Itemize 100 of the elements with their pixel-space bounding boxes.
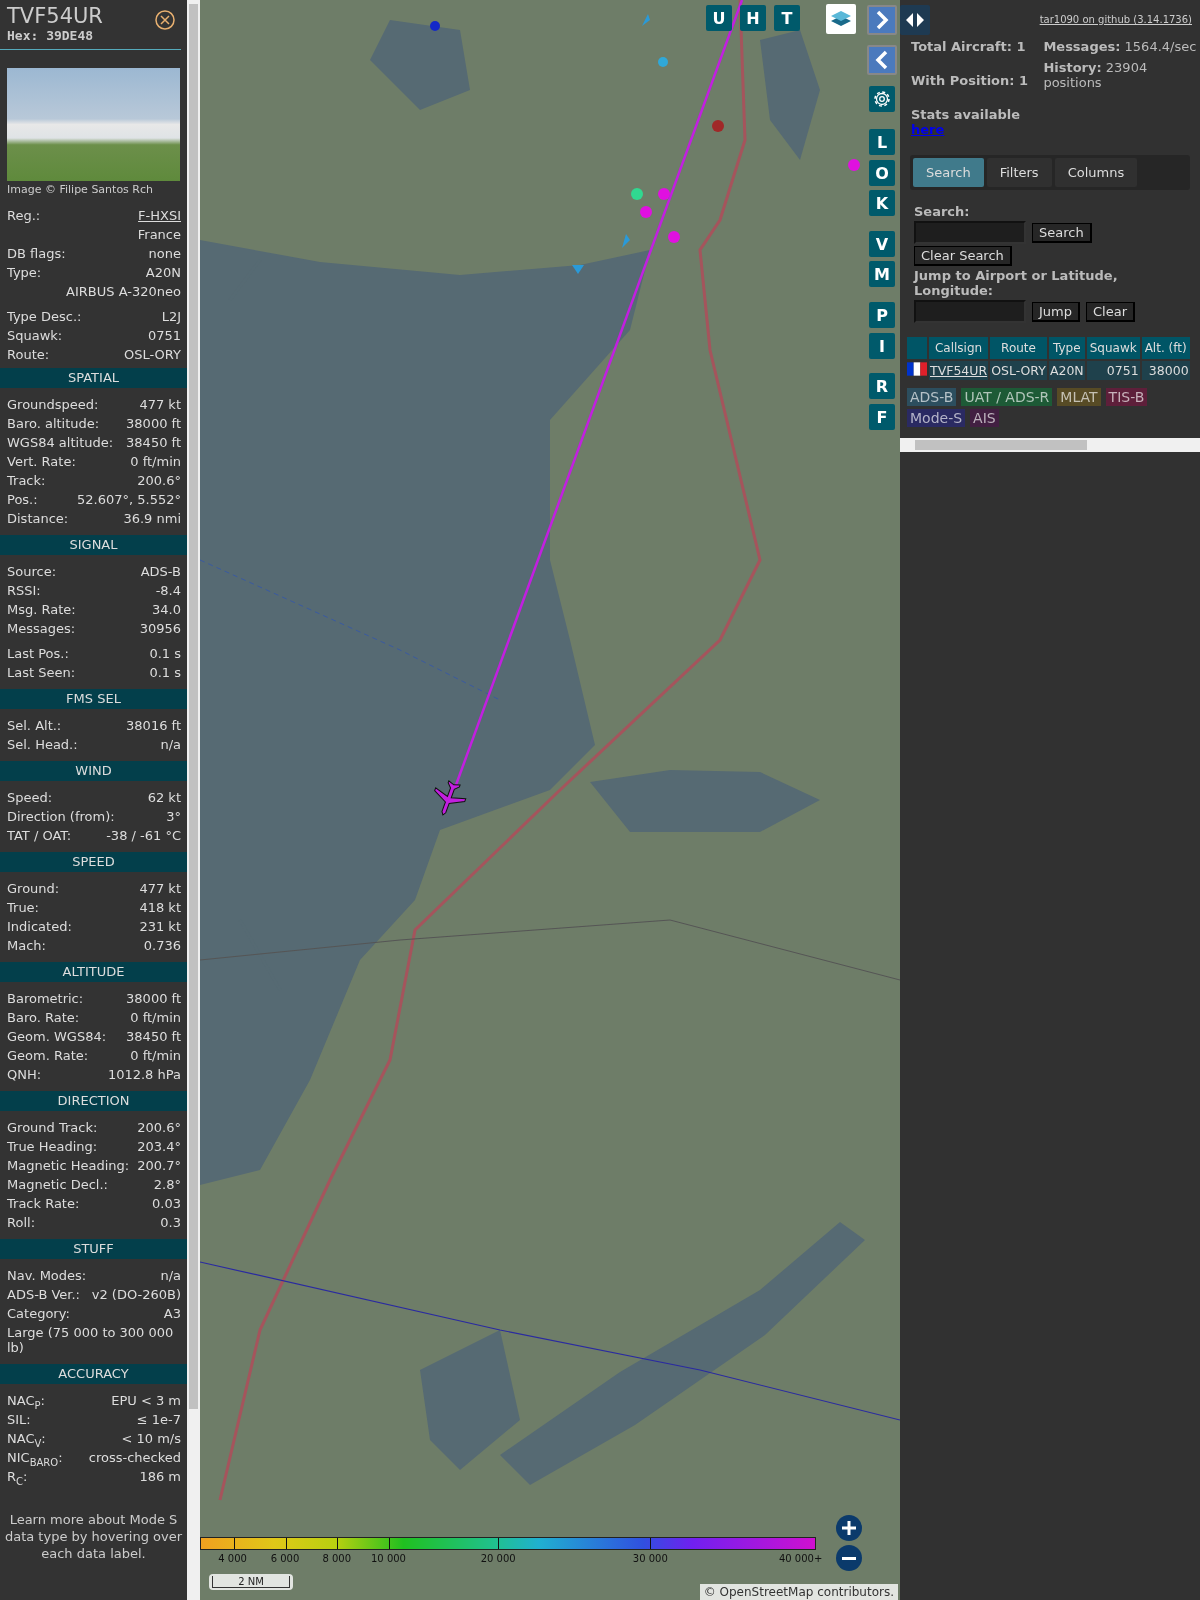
data-label: Squawk: bbox=[7, 327, 63, 345]
column-header[interactable]: Squawk bbox=[1086, 337, 1140, 359]
data-value: 0.3 bbox=[160, 1214, 181, 1232]
data-value: < 10 m/s bbox=[121, 1430, 181, 1448]
data-value: 30956 bbox=[139, 620, 181, 638]
data-value: 0.736 bbox=[143, 937, 181, 955]
data-value: 3° bbox=[166, 808, 181, 826]
data-value: 38000 ft bbox=[126, 415, 181, 433]
data-label: Messages: bbox=[7, 620, 76, 638]
column-header[interactable]: Type bbox=[1048, 337, 1085, 359]
scale-label: 8 000 bbox=[322, 1553, 352, 1564]
data-label: Geom. Rate: bbox=[7, 1047, 89, 1065]
data-value: 200.7° bbox=[137, 1157, 181, 1175]
map-toggle-button[interactable]: F bbox=[869, 404, 895, 430]
github-link[interactable]: tar1090 on github (3.14.1736) bbox=[1039, 14, 1192, 25]
data-label: Route: bbox=[7, 346, 50, 364]
table-cell: 0751 bbox=[1086, 361, 1140, 380]
scale-label: 4 000 bbox=[218, 1553, 247, 1564]
data-value: 200.6° bbox=[137, 472, 181, 490]
data-value: 186 m bbox=[139, 1468, 181, 1486]
data-label: TAT / OAT: bbox=[7, 827, 72, 845]
map-toggle-button[interactable]: I bbox=[869, 333, 895, 359]
data-value: A20N bbox=[145, 264, 181, 282]
data-label: Category: bbox=[7, 1305, 70, 1323]
data-label: Baro. Rate: bbox=[7, 1009, 80, 1027]
data-label: Ground: bbox=[7, 880, 60, 898]
data-note: Large (75 000 to 300 000 lb) bbox=[7, 1325, 175, 1355]
tab[interactable]: Search bbox=[913, 158, 984, 187]
data-label: Magnetic Decl.: bbox=[7, 1176, 108, 1194]
data-value: -8.4 bbox=[155, 582, 181, 600]
table-cell: A20N bbox=[1048, 361, 1085, 380]
data-label: QNH: bbox=[7, 1066, 42, 1084]
section-header: STUFF bbox=[0, 1239, 187, 1259]
search-button[interactable]: Search bbox=[1032, 222, 1092, 243]
jump-button[interactable]: Jump bbox=[1032, 301, 1080, 322]
section-header: ACCURACY bbox=[0, 1364, 187, 1384]
data-value: 62 kt bbox=[147, 789, 181, 807]
registration-link[interactable]: F-HXSI bbox=[138, 206, 181, 225]
data-value: 36.9 nmi bbox=[123, 510, 181, 528]
data-value: 52.607°, 5.552° bbox=[77, 491, 181, 509]
table-cell: 38000 bbox=[1141, 361, 1190, 380]
data-label: DB flags: bbox=[7, 245, 66, 263]
source-tag: Mode-S bbox=[907, 409, 966, 427]
map-toggle-button[interactable]: M bbox=[869, 261, 895, 287]
data-label: Geom. WGS84: bbox=[7, 1028, 107, 1046]
data-label: Reg.: bbox=[7, 207, 41, 225]
stat-text: Messages: 1564.4/sec bbox=[1043, 39, 1198, 54]
map-toggle-button[interactable]: U bbox=[706, 5, 732, 31]
data-value: n/a bbox=[160, 736, 181, 754]
data-label: Groundspeed: bbox=[7, 396, 99, 414]
table-cell[interactable]: TVF54UR bbox=[929, 361, 989, 380]
column-header[interactable]: Callsign bbox=[929, 337, 989, 359]
map-toggle-button[interactable]: T bbox=[774, 5, 800, 31]
data-label: Last Seen: bbox=[7, 664, 76, 682]
data-value: none bbox=[148, 245, 181, 263]
data-value: cross-checked bbox=[88, 1449, 181, 1467]
data-value: 0 ft/min bbox=[130, 453, 181, 471]
source-tag: UAT / ADS-R bbox=[961, 388, 1053, 406]
map-toggle-button[interactable]: R bbox=[869, 373, 895, 399]
data-label: Distance: bbox=[7, 510, 69, 528]
data-value: 0 ft/min bbox=[130, 1047, 181, 1065]
source-tag: TIS-B bbox=[1105, 388, 1148, 406]
data-value: 38000 ft bbox=[126, 990, 181, 1008]
map-toggle-button[interactable]: P bbox=[869, 302, 895, 328]
section-header: DIRECTION bbox=[0, 1091, 187, 1111]
data-label: ADS-B Ver.: bbox=[7, 1286, 80, 1304]
column-header[interactable]: Alt. (ft) bbox=[1141, 337, 1190, 359]
scale-label: 30 000 bbox=[632, 1553, 668, 1564]
tab[interactable]: Filters bbox=[986, 158, 1052, 187]
data-label: Pos.: bbox=[7, 491, 38, 509]
stat-text: History: 23904 positions bbox=[1043, 60, 1149, 90]
data-value: 2.8° bbox=[153, 1176, 181, 1194]
stats-note: Stats available here bbox=[911, 107, 1022, 137]
map-toggle-button[interactable]: V bbox=[869, 231, 895, 257]
data-label: Indicated: bbox=[7, 918, 72, 936]
data-label: Source: bbox=[7, 563, 57, 581]
clear-button[interactable]: Clear bbox=[1086, 301, 1135, 322]
data-value: 38450 ft bbox=[126, 1028, 181, 1046]
data-label: Sel. Head.: bbox=[7, 736, 78, 754]
section-header: WIND bbox=[0, 761, 187, 781]
data-label: True: bbox=[7, 899, 39, 917]
data-label: Vert. Rate: bbox=[7, 453, 76, 471]
data-label: Direction (from): bbox=[7, 808, 115, 826]
source-tag: ADS-B bbox=[907, 388, 957, 406]
clear-search-button[interactable]: Clear Search bbox=[914, 246, 1012, 266]
data-value: OSL-ORY bbox=[124, 346, 181, 364]
jump-label: Jump to Airport or Latitude, Longitude: bbox=[914, 268, 1119, 298]
data-label: RSSI: bbox=[7, 582, 41, 600]
map-toggle-button[interactable]: H bbox=[740, 5, 766, 31]
map-toggle-button[interactable]: K bbox=[869, 190, 895, 216]
map-toggle-button[interactable]: O bbox=[869, 160, 895, 186]
data-value: France bbox=[137, 226, 181, 244]
data-value: ≤ 1e-7 bbox=[136, 1411, 181, 1429]
column-header[interactable]: Route bbox=[990, 337, 1047, 359]
map-toggle-button[interactable]: L bbox=[869, 129, 895, 155]
data-value: 1012.8 hPa bbox=[107, 1066, 181, 1084]
tab[interactable]: Columns bbox=[1054, 158, 1138, 187]
data-label: SIL: bbox=[7, 1411, 31, 1429]
table-cell: OSL-ORY bbox=[990, 361, 1047, 380]
data-label: Track: bbox=[7, 472, 46, 490]
